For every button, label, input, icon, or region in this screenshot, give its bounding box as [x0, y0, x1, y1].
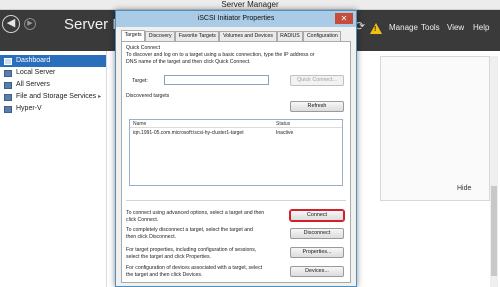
sidebar-item-file-storage[interactable]: File and Storage Services ▸	[0, 91, 106, 103]
quick-connect-description-2: DNS name of the target and then click Qu…	[126, 58, 251, 65]
back-arrow-icon[interactable]: ◀	[2, 15, 20, 33]
sidebar-item-label: All Servers	[16, 81, 50, 88]
devices-button[interactable]: Devices...	[290, 266, 344, 277]
hide-link[interactable]: Hide	[457, 185, 471, 192]
iscsi-initiator-dialog: iSCSI Initiator Properties ✕ Targets Dis…	[115, 10, 357, 287]
menu-help[interactable]: Help	[473, 23, 489, 32]
tab-bar: Targets Discovery Favorite Targets Volum…	[121, 30, 342, 41]
menu-manage[interactable]: Manage	[389, 23, 418, 32]
vertical-scrollbar[interactable]	[490, 56, 498, 287]
table-row[interactable]: iqn.1991-05.com.microsoft:iscsi-hy-clust…	[130, 129, 342, 137]
connect-description: To connect using advanced options, selec…	[126, 210, 265, 223]
tab-targets[interactable]: Targets	[121, 30, 146, 41]
sidebar-item-label: Local Server	[16, 69, 56, 76]
tab-volumes-devices[interactable]: Volumes and Devices	[219, 31, 277, 41]
scrollbar-thumb[interactable]	[491, 186, 497, 276]
target-name-cell: iqn.1991-05.com.microsoft:iscsi-hy-clust…	[133, 130, 244, 136]
tab-discovery[interactable]: Discovery	[145, 31, 176, 41]
server-icon	[4, 69, 12, 77]
sidebar-item-all-servers[interactable]: All Servers	[0, 79, 106, 91]
connect-button[interactable]: Connect	[290, 210, 344, 221]
sidebar-item-hyper-v[interactable]: Hyper-V	[0, 103, 106, 115]
sidebar-item-label: Hyper-V	[16, 105, 42, 112]
disconnect-button[interactable]: Disconnect	[290, 228, 344, 239]
devices-description: For configuration of devices associated …	[126, 265, 263, 278]
dialog-titlebar: iSCSI Initiator Properties	[116, 11, 356, 27]
disconnect-description: To completely disconnect a target, selec…	[126, 227, 253, 240]
list-header: Name Status	[130, 120, 342, 128]
server-manager-titlebar: Server Manager	[0, 0, 500, 10]
sidebar-item-label: File and Storage Services	[16, 93, 97, 100]
sidebar: Dashboard Local Server All Servers File …	[0, 51, 107, 287]
sidebar-item-dashboard[interactable]: Dashboard	[0, 55, 106, 67]
dashboard-panel	[380, 56, 490, 201]
storage-icon	[4, 93, 12, 101]
discovered-targets-heading: Discovered targets	[126, 93, 170, 99]
dialog-title: iSCSI Initiator Properties	[197, 15, 275, 22]
tab-radius[interactable]: RADIUS	[276, 31, 304, 41]
dashboard-icon	[4, 57, 12, 65]
menu-tools[interactable]: Tools	[421, 23, 440, 32]
divider	[126, 200, 346, 201]
menu-view[interactable]: View	[447, 23, 464, 32]
column-header-name[interactable]: Name	[133, 121, 146, 127]
properties-description: For target properties, including configu…	[126, 247, 257, 260]
sidebar-item-local-server[interactable]: Local Server	[0, 67, 106, 79]
column-header-status[interactable]: Status	[276, 121, 290, 127]
quick-connect-heading: Quick Connect	[126, 45, 161, 51]
properties-button[interactable]: Properties...	[290, 247, 344, 258]
page-title: Server Manager	[64, 16, 119, 33]
flag-exclamation-icon: !	[374, 26, 377, 33]
tab-favorite-targets[interactable]: Favorite Targets	[175, 31, 220, 41]
target-label: Target:	[132, 78, 148, 84]
target-input[interactable]	[164, 75, 269, 85]
close-icon[interactable]: ✕	[335, 13, 353, 24]
window-title: Server Manager	[221, 0, 279, 9]
servers-icon	[4, 81, 12, 89]
hyper-v-icon	[4, 105, 12, 113]
chevron-right-icon: ▸	[98, 94, 102, 100]
sidebar-item-label: Dashboard	[16, 57, 51, 64]
forward-arrow-icon[interactable]: ▶	[24, 18, 36, 30]
target-status-cell: Inactive	[276, 130, 294, 136]
targets-panel: Quick Connect To discover and log on to …	[121, 41, 351, 283]
quick-connect-button[interactable]: Quick Connect...	[290, 75, 344, 86]
tab-configuration[interactable]: Configuration	[303, 31, 342, 41]
discovered-targets-list[interactable]: Name Status iqn.1991-05.com.microsoft:is…	[129, 119, 343, 222]
refresh-button[interactable]: Refresh	[290, 101, 344, 112]
